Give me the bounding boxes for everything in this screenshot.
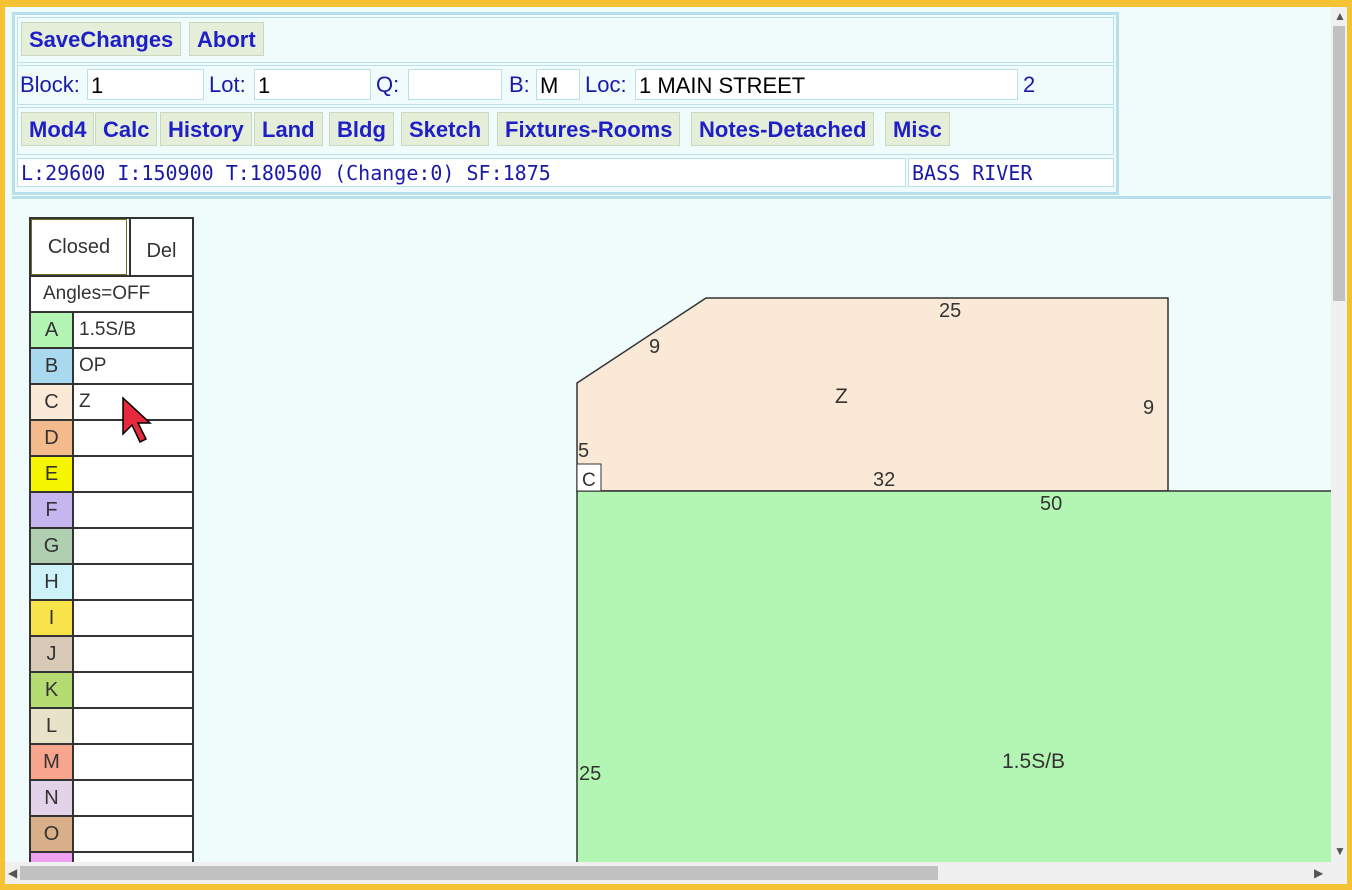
palette-row-l[interactable]: L	[31, 709, 192, 745]
palette-code-swatch[interactable]: A	[31, 313, 74, 347]
palette-code-swatch[interactable]: B	[31, 349, 74, 383]
dimension-left-small: 5	[578, 440, 589, 462]
module-nav: Mod4 Calc History Land Bldg Sketch Fixtu…	[17, 107, 1114, 155]
scroll-up-arrow-icon[interactable]: ▲	[1334, 10, 1346, 22]
dimension-diagonal: 9	[649, 336, 660, 358]
dimension-z-bottom: 32	[873, 469, 895, 491]
palette-row-k[interactable]: K	[31, 673, 192, 709]
mouse-cursor-icon	[122, 396, 152, 444]
nav-land-button[interactable]: Land	[254, 112, 323, 146]
palette-row-c[interactable]: CZ	[31, 385, 192, 421]
block-label: Block:	[20, 72, 80, 97]
dimension-top: 25	[939, 300, 961, 322]
nav-notes-detached-button[interactable]: Notes-Detached	[691, 112, 875, 146]
palette-code-swatch[interactable]: K	[31, 673, 74, 707]
palette-code-swatch[interactable]: L	[31, 709, 74, 743]
dimension-a-top: 50	[1040, 493, 1062, 515]
window-frame-left	[0, 0, 5, 890]
angles-toggle-label: Angles=OFF	[43, 283, 151, 304]
scroll-down-arrow-icon[interactable]: ▼	[1334, 845, 1346, 857]
palette-code-swatch[interactable]: E	[31, 457, 74, 491]
floor-plan-svg: C Z 1.5S/B 25 9 9 5 32 50 25	[576, 297, 1331, 865]
palette-code-swatch[interactable]: H	[31, 565, 74, 599]
palette-code-swatch[interactable]: N	[31, 781, 74, 815]
palette-row-m[interactable]: M	[31, 745, 192, 781]
horizontal-scrollbar-thumb[interactable]	[20, 866, 938, 880]
area-z-label: Z	[835, 385, 848, 408]
angles-toggle-row[interactable]: Angles=OFF	[31, 277, 192, 313]
window-frame-right	[1347, 0, 1352, 890]
nav-calc-button[interactable]: Calc	[95, 112, 158, 146]
palette-row-f[interactable]: F	[31, 493, 192, 529]
palette-code-swatch[interactable]: M	[31, 745, 74, 779]
district-status: BASS RIVER	[908, 158, 1114, 187]
scroll-right-arrow-icon[interactable]: ▶	[1314, 867, 1323, 879]
parcel-extra-value: 2	[1023, 72, 1036, 97]
palette-row-g[interactable]: G	[31, 529, 192, 565]
palette-controls: Closed Del	[31, 219, 192, 277]
nav-bldg-button[interactable]: Bldg	[329, 112, 394, 146]
lot-label: Lot:	[209, 72, 246, 97]
window-frame-top	[0, 0, 1352, 7]
b-field[interactable]: M	[536, 69, 580, 100]
palette-row-b[interactable]: B OP	[31, 349, 192, 385]
palette-row-e[interactable]: E	[31, 457, 192, 493]
scroll-left-arrow-icon[interactable]: ◀	[8, 867, 17, 879]
q-field[interactable]	[408, 69, 502, 100]
area-a-label: 1.5S/B	[1002, 750, 1065, 773]
palette-code-swatch[interactable]: D	[31, 421, 74, 455]
dimension-a-left: 25	[579, 763, 601, 785]
palette-row-i[interactable]: I	[31, 601, 192, 637]
area-c-marker-label: C	[582, 470, 596, 491]
area-z-polygon	[576, 297, 1169, 492]
palette-row-a[interactable]: A 1.5S/B	[31, 313, 192, 349]
palette-code-swatch[interactable]: F	[31, 493, 74, 527]
palette-area-name[interactable]: OP	[79, 349, 106, 383]
nav-sketch-button[interactable]: Sketch	[401, 112, 490, 146]
area-a-rect	[576, 490, 1331, 865]
loc-label: Loc:	[585, 72, 627, 97]
save-changes-button[interactable]: SaveChanges	[21, 22, 182, 56]
abort-button[interactable]: Abort	[189, 22, 264, 56]
parcel-header-panel: SaveChanges Abort Block: 1 Lot: 1 Q: B: …	[12, 12, 1119, 195]
nav-mod4-button[interactable]: Mod4	[21, 112, 95, 146]
q-label: Q:	[376, 72, 400, 97]
area-c-marker-box	[576, 463, 602, 492]
palette-row-h[interactable]: H	[31, 565, 192, 601]
status-row: L:29600 I:150900 T:180500 (Change:0) SF:…	[17, 157, 1114, 189]
b-label: B:	[509, 72, 530, 97]
palette-code-swatch[interactable]: O	[31, 817, 74, 851]
sketch-canvas-area[interactable]: Closed Del Angles=OFF A 1.5S/B B OP C Z D E F G H I…	[12, 196, 1331, 865]
action-toolbar: SaveChanges Abort	[17, 17, 1114, 63]
location-field[interactable]: 1 MAIN STREET	[635, 69, 1018, 100]
nav-history-button[interactable]: History	[160, 112, 252, 146]
palette-code-swatch[interactable]: G	[31, 529, 74, 563]
closed-toggle-button[interactable]: Closed	[31, 219, 127, 275]
dimension-right: 9	[1143, 397, 1154, 419]
valuation-status: L:29600 I:150900 T:180500 (Change:0) SF:…	[17, 158, 906, 187]
palette-code-swatch[interactable]: C	[31, 385, 74, 419]
delete-button[interactable]: Del	[129, 219, 192, 275]
palette-code-swatch[interactable]: J	[31, 637, 74, 671]
palette-row-j[interactable]: J	[31, 637, 192, 673]
palette-row-o[interactable]: O	[31, 817, 192, 853]
palette-area-name[interactable]: Z	[79, 385, 91, 419]
palette-row-d[interactable]: D	[31, 421, 192, 457]
nav-misc-button[interactable]: Misc	[885, 112, 950, 146]
palette-area-name[interactable]: 1.5S/B	[79, 313, 136, 347]
parcel-id-row: Block: 1 Lot: 1 Q: B: M Loc: 1 MAIN STRE…	[17, 65, 1114, 105]
palette-code-swatch[interactable]: I	[31, 601, 74, 635]
lot-field[interactable]: 1	[254, 69, 371, 100]
nav-fixtures-rooms-button[interactable]: Fixtures-Rooms	[497, 112, 681, 146]
palette-row-n[interactable]: N	[31, 781, 192, 817]
area-code-palette: Closed Del Angles=OFF A 1.5S/B B OP C Z D E F G H I…	[29, 217, 194, 865]
vertical-scrollbar-thumb[interactable]	[1333, 26, 1345, 301]
window-frame-bottom	[0, 884, 1352, 890]
block-field[interactable]: 1	[87, 69, 204, 100]
